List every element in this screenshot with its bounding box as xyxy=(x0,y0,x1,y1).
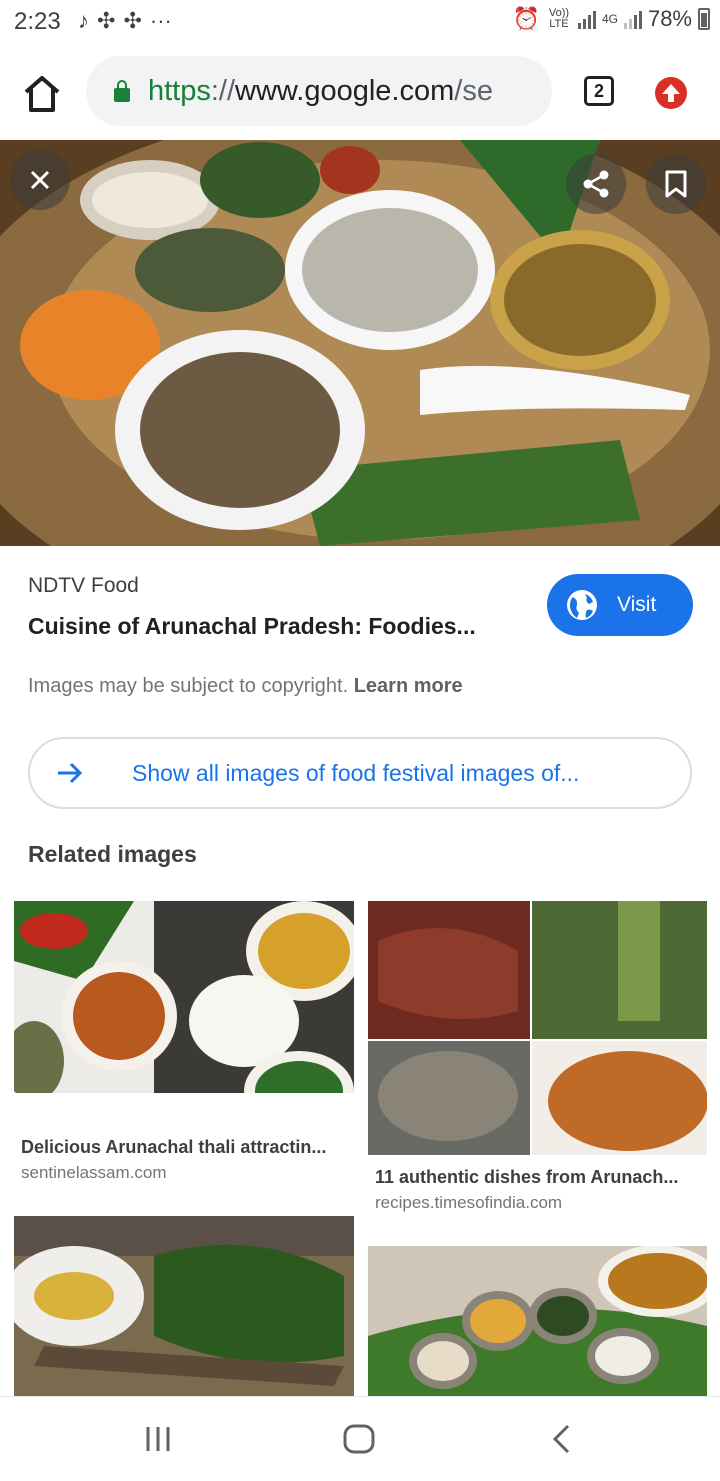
tiktok-icon: ♪ xyxy=(78,8,89,33)
volte-indicator: Vo)) LTE xyxy=(548,7,570,30)
save-button[interactable] xyxy=(646,154,706,214)
battery-icon xyxy=(698,8,710,30)
related-caption[interactable]: 11 authentic dishes from Arunach... xyxy=(375,1167,705,1188)
related-image-card[interactable] xyxy=(368,1246,707,1396)
copyright-notice: Images may be subject to copyright. Lear… xyxy=(28,675,463,697)
signal-icon xyxy=(577,9,596,29)
tab-switcher-button[interactable]: 2 xyxy=(584,76,614,106)
arrow-right-icon xyxy=(58,762,83,784)
lock-icon xyxy=(114,80,130,102)
tab-count: 2 xyxy=(593,80,604,101)
status-time: 2:23 xyxy=(14,8,61,35)
arrow-up-icon xyxy=(662,84,680,102)
browser-toolbar: https://www.google.com/se 2 xyxy=(0,44,720,140)
related-thumbnail xyxy=(368,901,707,1155)
globe-icon xyxy=(567,590,597,620)
related-domain: recipes.timesofindia.com xyxy=(375,1193,563,1212)
related-images-heading: Related images xyxy=(28,841,197,867)
related-thumbnail xyxy=(368,1246,707,1396)
status-right: ⏰ Vo)) LTE 4G 78% xyxy=(513,6,710,32)
network-4g: 4G xyxy=(601,12,618,26)
result-title[interactable]: Cuisine of Arunachal Pradesh: Foodies... xyxy=(28,613,508,640)
notification-icons: ♪ ✣ ✣ ··· xyxy=(78,8,172,34)
related-image-card[interactable] xyxy=(14,901,354,1093)
share-button[interactable] xyxy=(566,154,626,214)
back-button[interactable] xyxy=(548,1423,574,1455)
share-icon xyxy=(583,170,609,198)
related-domain: sentinelassam.com xyxy=(21,1163,167,1182)
update-button[interactable] xyxy=(655,77,687,109)
related-image-card[interactable] xyxy=(368,901,707,1155)
related-thumbnail xyxy=(14,901,354,1093)
system-navigation-bar xyxy=(0,1396,720,1481)
related-image-card[interactable] xyxy=(14,1216,354,1396)
home-icon xyxy=(24,76,60,112)
result-image[interactable] xyxy=(0,140,720,546)
battery-percent: 78% xyxy=(647,6,692,31)
related-caption[interactable]: Delicious Arunachal thali attractin... xyxy=(21,1137,351,1158)
close-icon xyxy=(30,170,50,190)
status-bar: 2:23 ♪ ✣ ✣ ··· ⏰ Vo)) LTE 4G 78% xyxy=(0,0,720,44)
home-nav-button[interactable] xyxy=(342,1423,376,1455)
close-button[interactable] xyxy=(10,150,70,210)
app-icon: ✣ xyxy=(123,8,142,33)
url-bar[interactable]: https://www.google.com/se xyxy=(86,56,552,126)
home-button[interactable] xyxy=(20,74,64,114)
recent-apps-button[interactable] xyxy=(142,1423,174,1455)
show-all-label: Show all images of food festival images … xyxy=(132,759,580,786)
show-all-images-button[interactable]: Show all images of food festival images … xyxy=(28,737,692,809)
visit-label: Visit xyxy=(617,593,657,616)
result-source: NDTV Food xyxy=(28,574,139,597)
related-thumbnail xyxy=(14,1216,354,1396)
url-text[interactable]: https://www.google.com/se xyxy=(148,75,493,108)
bookmark-icon xyxy=(665,170,687,198)
learn-more-link[interactable]: Learn more xyxy=(354,675,463,697)
visit-button[interactable]: Visit xyxy=(547,574,693,636)
app-icon: ✣ xyxy=(97,8,116,33)
alarm-icon: ⏰ xyxy=(512,6,540,31)
more-dots-icon: ··· xyxy=(149,8,172,33)
signal-icon xyxy=(623,9,642,29)
